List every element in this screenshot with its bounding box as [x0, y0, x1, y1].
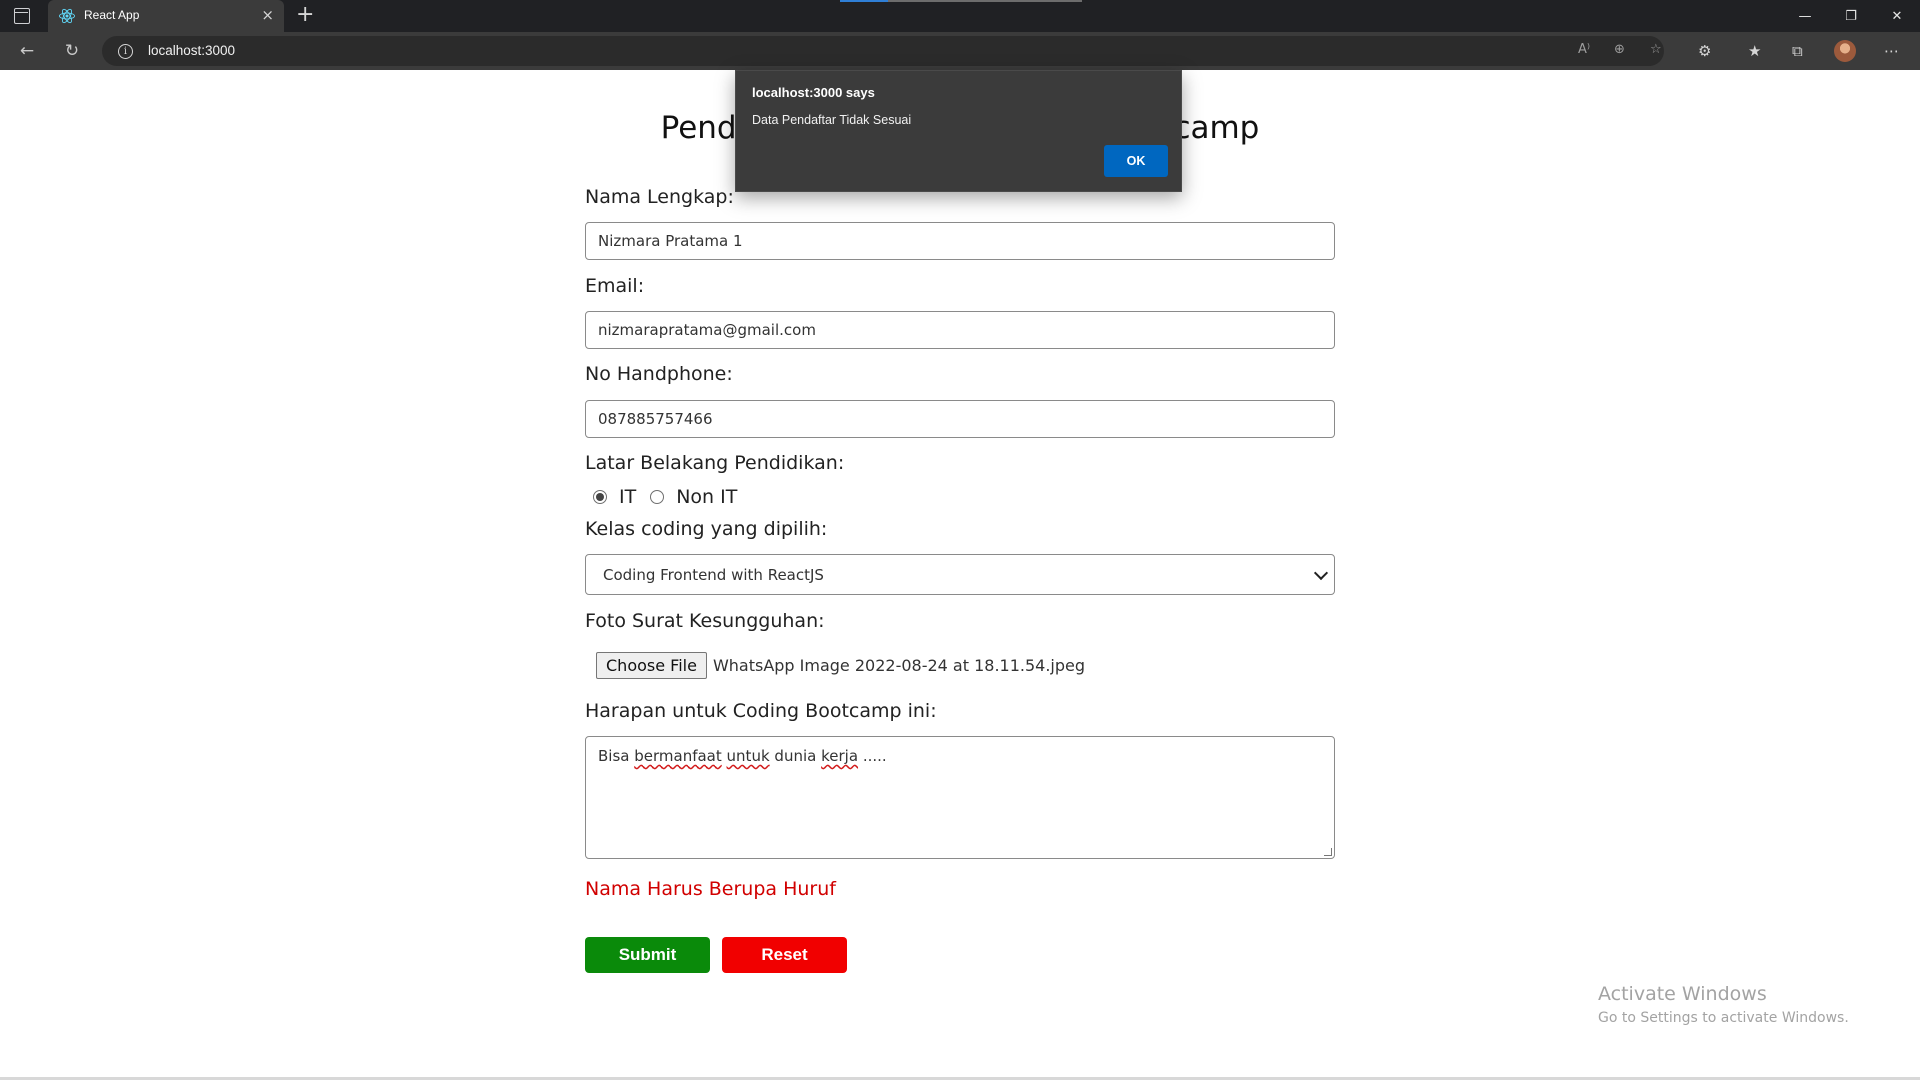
choose-file-button[interactable]: Choose File — [596, 652, 707, 679]
window-controls: — ❐ ✕ — [1782, 0, 1920, 32]
email-input[interactable]: nizmarapratama@gmail.com — [585, 311, 1335, 349]
close-tab-icon[interactable]: × — [261, 6, 274, 24]
hope-word: dunia — [774, 747, 817, 765]
class-select[interactable]: Coding Frontend with ReactJS — [585, 554, 1335, 595]
dialog-message: Data Pendaftar Tidak Sesuai — [752, 113, 912, 127]
restore-icon[interactable]: ❐ — [1828, 0, 1874, 32]
new-tab-button[interactable]: + — [296, 3, 314, 27]
chevron-down-icon — [1313, 565, 1329, 581]
collections-icon[interactable]: ⧉ — [1792, 42, 1803, 60]
radio-it[interactable] — [593, 490, 607, 504]
submit-button[interactable]: Submit — [585, 937, 710, 973]
radio-non-it-label: Non IT — [676, 486, 738, 508]
name-input[interactable]: Nizmara Pratama 1 — [585, 222, 1335, 260]
add-favorite-icon[interactable]: ☆ — [1650, 42, 1662, 57]
favorites-icon[interactable]: ★ — [1748, 42, 1761, 60]
hope-word: Bisa — [598, 747, 630, 765]
more-icon[interactable]: ⋯ — [1884, 42, 1899, 60]
hope-word-misspelled: untuk — [726, 747, 770, 765]
file-name: WhatsApp Image 2022-08-24 at 18.11.54.jp… — [712, 656, 1086, 675]
alert-dialog: localhost:3000 says Data Pendaftar Tidak… — [735, 70, 1182, 192]
tab-title: React App — [84, 8, 140, 22]
radio-non-it[interactable] — [650, 490, 665, 504]
activate-windows-title: Activate Windows — [1598, 983, 1767, 1005]
zoom-icon[interactable]: ⊕ — [1614, 42, 1625, 57]
browser-toolbar: ← ↻ i localhost:3000 A⁾ ⊕ ☆ ⚙ ★ ⧉ ⋯ — [0, 32, 1920, 70]
browser-tab-bar: React App × + — ❐ ✕ — [0, 0, 1920, 32]
loading-indicator — [840, 0, 1082, 2]
dialog-ok-button[interactable]: OK — [1104, 145, 1168, 177]
error-message: Nama Harus Berupa Huruf — [585, 878, 836, 900]
read-aloud-icon[interactable]: A⁾ — [1578, 42, 1590, 57]
email-label: Email: — [585, 275, 645, 297]
file-input: Choose File WhatsApp Image 2022-08-24 at… — [596, 652, 1085, 679]
dialog-title: localhost:3000 says — [752, 85, 875, 100]
hope-word-misspelled: kerja — [821, 747, 859, 765]
react-logo-icon — [59, 8, 75, 24]
refresh-button[interactable]: ↻ — [59, 38, 85, 64]
hope-textarea[interactable]: Bisa bermanfaat untuk dunia kerja ..... — [585, 736, 1335, 859]
browser-tab[interactable]: React App × — [48, 0, 284, 32]
activate-windows-subtitle: Go to Settings to activate Windows. — [1598, 1010, 1849, 1026]
reset-button[interactable]: Reset — [722, 937, 847, 973]
hope-word-misspelled: bermanfaat — [634, 747, 722, 765]
tab-actions-icon[interactable] — [14, 8, 30, 24]
url-text[interactable]: localhost:3000 — [148, 43, 235, 58]
phone-label: No Handphone: — [585, 363, 733, 385]
resize-handle-icon[interactable] — [1324, 848, 1332, 856]
hope-label: Harapan untuk Coding Bootcamp ini: — [585, 700, 937, 722]
name-label: Nama Lengkap: — [585, 186, 734, 208]
minimize-icon[interactable]: — — [1782, 0, 1828, 32]
address-bar[interactable]: i localhost:3000 A⁾ ⊕ ☆ — [102, 36, 1664, 66]
education-label: Latar Belakang Pendidikan: — [585, 452, 845, 474]
profile-avatar[interactable] — [1834, 40, 1856, 62]
page-viewport: Pendaftaran Peserta Coding Bootcamp Nama… — [0, 70, 1920, 1080]
phone-input[interactable]: 087885757466 — [585, 400, 1335, 438]
close-window-icon[interactable]: ✕ — [1874, 0, 1920, 32]
hope-word: ..... — [862, 747, 887, 765]
radio-it-label: IT — [619, 486, 637, 508]
class-label: Kelas coding yang dipilih: — [585, 518, 828, 540]
info-icon[interactable]: i — [118, 44, 133, 59]
back-button[interactable]: ← — [14, 38, 40, 64]
photo-label: Foto Surat Kesungguhan: — [585, 610, 825, 632]
education-radio-group: IT Non IT — [593, 484, 751, 510]
class-select-value: Coding Frontend with ReactJS — [603, 566, 824, 584]
extensions-icon[interactable]: ⚙ — [1698, 42, 1711, 60]
